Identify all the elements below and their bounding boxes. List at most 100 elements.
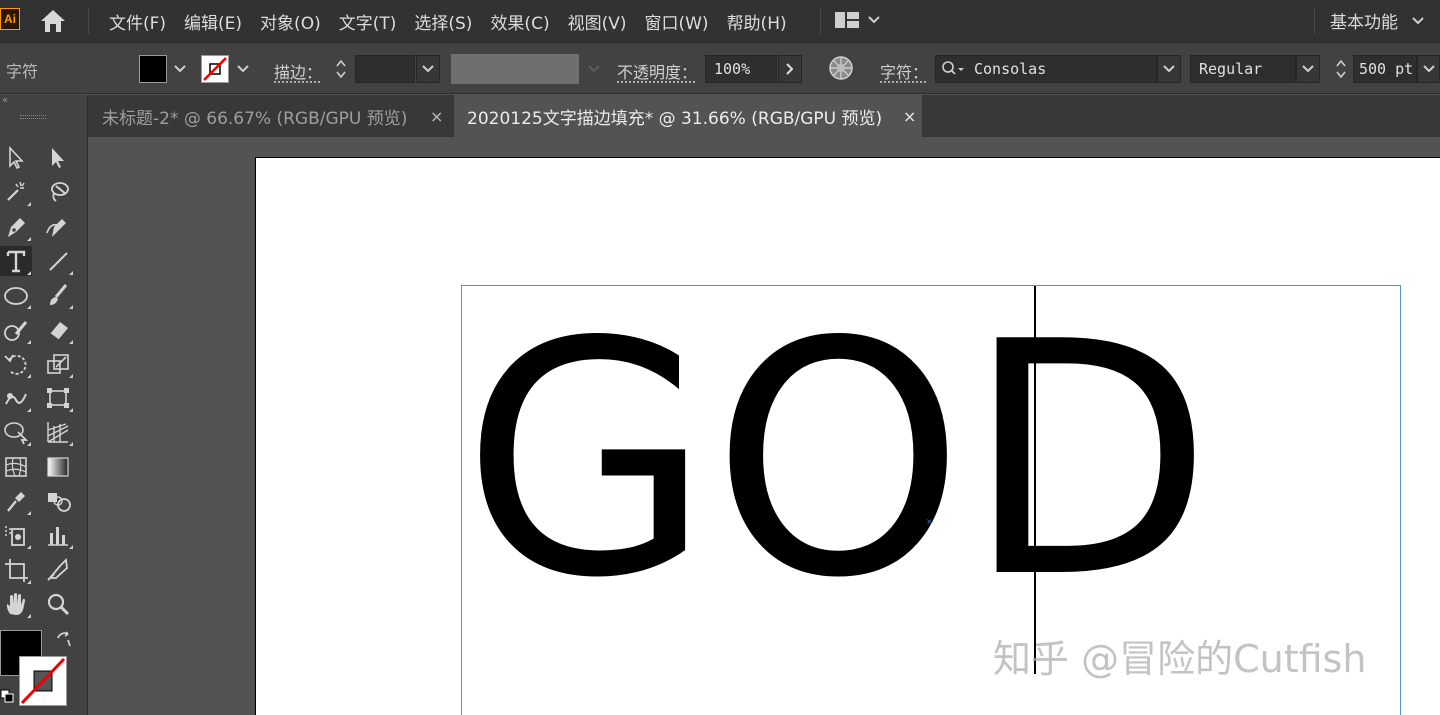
- font-family-dropdown[interactable]: [1157, 55, 1181, 83]
- ellipse-tool[interactable]: [0, 280, 32, 310]
- tool-group-indicator: [69, 340, 73, 344]
- line-segment-tool[interactable]: [42, 246, 74, 276]
- menu-window[interactable]: 窗口(W): [635, 9, 717, 34]
- menu-type[interactable]: 文字(T): [330, 9, 406, 34]
- type-icon: [6, 250, 26, 273]
- tool-group-indicator: [69, 374, 73, 378]
- gradient-tool[interactable]: [42, 452, 74, 482]
- warp-tool[interactable]: [0, 383, 32, 413]
- magic-wand-tool[interactable]: [0, 177, 32, 207]
- curvature-tool[interactable]: [42, 212, 74, 242]
- menu-file[interactable]: 文件(F): [100, 9, 175, 34]
- stroke-indicator[interactable]: [19, 656, 67, 706]
- font-style-dropdown[interactable]: [1296, 55, 1320, 83]
- symbol-sprayer-tool[interactable]: [0, 520, 32, 550]
- app-logo: Ai: [0, 8, 20, 30]
- stroke-dropdown-arrow[interactable]: [233, 55, 253, 83]
- column-graph-icon: [48, 527, 68, 546]
- watermark: 知乎 @冒险的Cutfish: [993, 637, 1367, 681]
- menu-separator: [88, 8, 89, 34]
- swap-fill-stroke-icon[interactable]: [54, 630, 74, 650]
- fill-color-swatch[interactable]: [139, 55, 167, 83]
- stroke-weight-input[interactable]: [355, 55, 415, 83]
- artboard-icon: [5, 559, 28, 582]
- zoom-tool[interactable]: [42, 589, 74, 619]
- shaper-tool[interactable]: [0, 315, 32, 345]
- shaper-icon: [4, 321, 28, 341]
- font-size-stepper[interactable]: [1330, 55, 1352, 83]
- fill-dropdown-arrow[interactable]: [170, 55, 190, 83]
- opacity-flyout-button[interactable]: [778, 55, 802, 83]
- paintbrush-tool[interactable]: [42, 280, 74, 310]
- eraser-icon: [49, 322, 68, 341]
- eyedropper-tool[interactable]: [0, 486, 32, 516]
- selection-tool[interactable]: [0, 143, 32, 173]
- stroke-label[interactable]: 描边：: [274, 59, 322, 83]
- character-label[interactable]: 字符：: [880, 59, 928, 83]
- free-transform-tool[interactable]: [42, 383, 74, 413]
- tab-active-document[interactable]: 2020125文字描边填充* @ 31.66% (RGB/GPU 预览): [454, 95, 922, 137]
- menu-edit[interactable]: 编辑(E): [175, 9, 251, 34]
- menu-help[interactable]: 帮助(H): [718, 9, 796, 34]
- close-icon[interactable]: ×: [430, 95, 443, 137]
- font-style-input[interactable]: Regular: [1190, 55, 1296, 83]
- line-segment-icon: [49, 252, 68, 271]
- opacity-input[interactable]: 100%: [705, 55, 777, 83]
- text-insertion-cursor: [1034, 286, 1036, 674]
- stepper-arrows-icon: [1336, 59, 1346, 79]
- no-stroke-icon: [20, 657, 66, 705]
- lasso-icon: [51, 182, 69, 202]
- shape-builder-tool[interactable]: [0, 417, 32, 447]
- mesh-tool[interactable]: [0, 452, 32, 482]
- tool-group-indicator: [27, 374, 31, 378]
- menu-object[interactable]: 对象(O): [251, 9, 330, 34]
- stroke-weight-stepper[interactable]: [330, 55, 352, 83]
- blend-tool[interactable]: [42, 486, 74, 516]
- home-icon[interactable]: [36, 6, 70, 36]
- stroke-weight-dropdown[interactable]: [416, 55, 440, 83]
- hand-tool[interactable]: [0, 589, 32, 619]
- menu-view[interactable]: 视图(V): [559, 9, 636, 34]
- rotate-tool[interactable]: [0, 349, 32, 379]
- tool-group-indicator: [27, 340, 31, 344]
- column-graph-tool[interactable]: [42, 520, 74, 550]
- opacity-label[interactable]: 不透明度：: [617, 59, 697, 83]
- tool-group-indicator: [27, 511, 31, 515]
- artboard-tool[interactable]: [0, 555, 32, 585]
- pen-tool[interactable]: [0, 212, 32, 242]
- recolor-artwork-icon[interactable]: [828, 55, 854, 81]
- font-size-dropdown[interactable]: [1417, 55, 1440, 83]
- profile-dropdown-arrow[interactable]: [584, 55, 604, 83]
- close-icon[interactable]: ×: [903, 95, 916, 137]
- tab-label: 未标题-2* @ 66.67% (RGB/GPU 预览): [102, 108, 408, 129]
- panel-grip[interactable]: [20, 115, 46, 119]
- chevron-down-icon: [1163, 65, 1175, 73]
- stroke-color-swatch[interactable]: [201, 55, 229, 83]
- curvature-icon: [46, 219, 66, 237]
- font-family-input[interactable]: Consolas: [935, 55, 1157, 83]
- lasso-tool[interactable]: [42, 177, 74, 207]
- variable-width-profile[interactable]: [451, 54, 579, 84]
- canvas-text-god[interactable]: GOD: [462, 300, 1213, 622]
- menu-effect[interactable]: 效果(C): [481, 9, 558, 34]
- arrange-documents-button[interactable]: [834, 8, 888, 32]
- slice-tool[interactable]: [42, 555, 74, 585]
- eraser-tool[interactable]: [42, 315, 74, 345]
- tool-group-indicator: [27, 237, 31, 241]
- magic-wand-icon: [7, 181, 25, 201]
- type-tool[interactable]: [0, 246, 32, 276]
- scale-tool[interactable]: [42, 349, 74, 379]
- perspective-grid-icon: [47, 422, 69, 443]
- default-fill-stroke-icon[interactable]: [0, 688, 14, 703]
- workspace-switcher[interactable]: 基本功能: [1330, 8, 1424, 33]
- tool-group-indicator: [27, 271, 31, 275]
- no-stroke-icon: [203, 57, 227, 81]
- tab-label: 2020125文字描边填充* @ 31.66% (RGB/GPU 预览): [467, 108, 883, 129]
- direct-selection-tool[interactable]: [42, 143, 74, 173]
- panel-collapse-icon[interactable]: «: [0, 95, 88, 109]
- menu-select[interactable]: 选择(S): [405, 9, 481, 34]
- perspective-grid-tool[interactable]: [42, 417, 74, 447]
- font-size-input[interactable]: 500 pt: [1353, 55, 1417, 83]
- tab-untitled-2[interactable]: 未标题-2* @ 66.67% (RGB/GPU 预览): [88, 95, 453, 137]
- chevron-down-icon: [422, 65, 434, 73]
